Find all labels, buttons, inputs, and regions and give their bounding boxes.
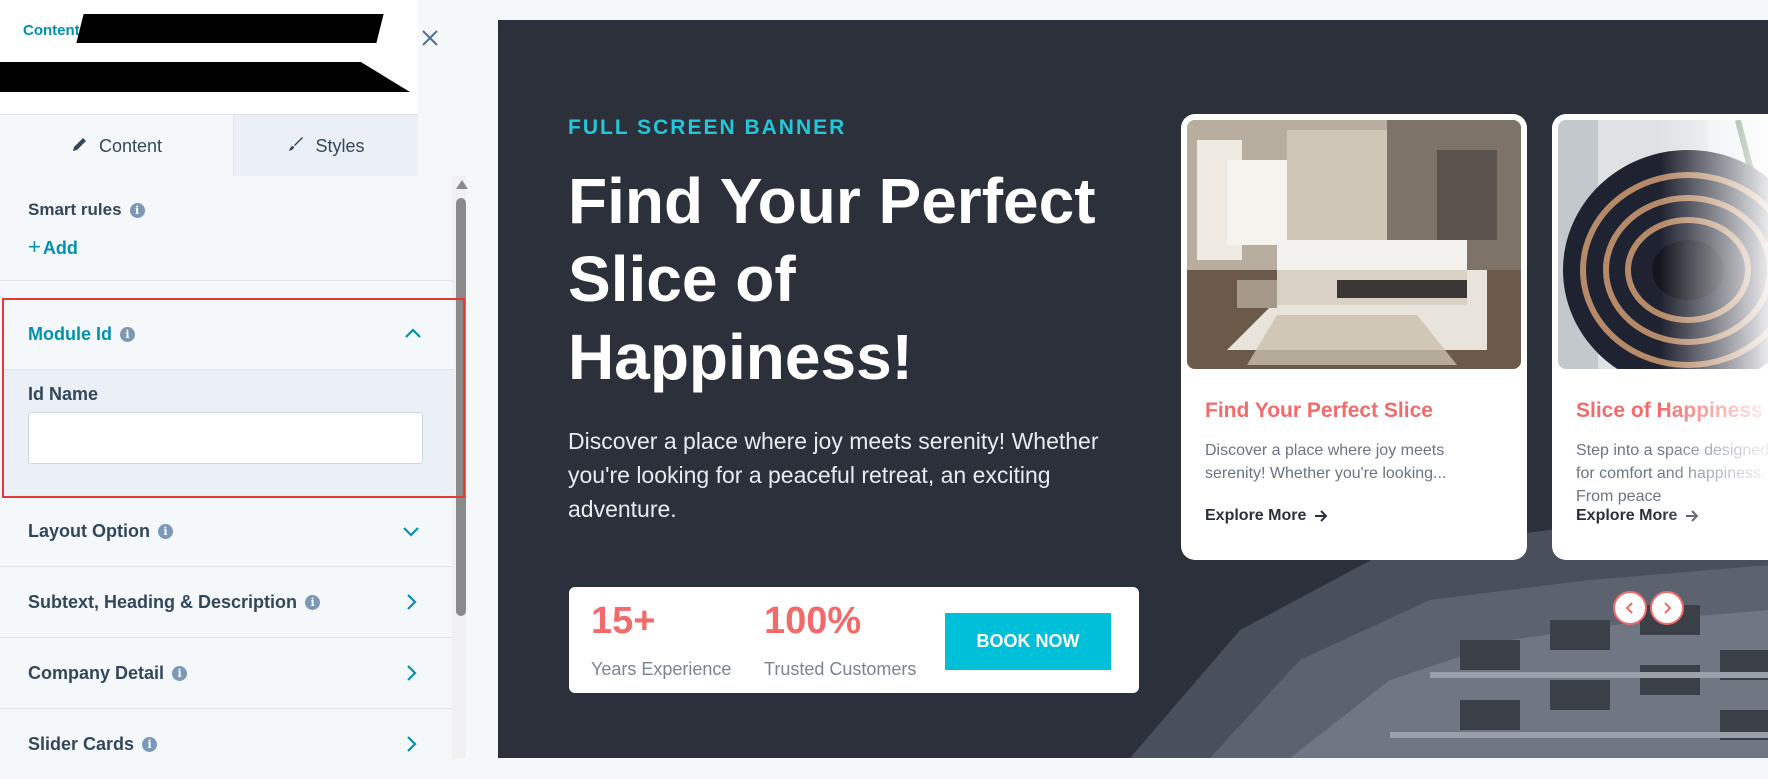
chevron-left-icon xyxy=(1625,602,1633,614)
smart-rules: Smart rules i xyxy=(28,200,145,220)
explore-more-link[interactable]: Explore More xyxy=(1205,507,1328,525)
chevron-right-icon[interactable] xyxy=(400,591,422,613)
arrow-right-icon xyxy=(1686,510,1699,522)
sidebar-header: Contents xyxy=(0,0,418,114)
close-icon[interactable] xyxy=(420,28,444,52)
plus-icon: + xyxy=(28,234,41,259)
bedroom-image xyxy=(1187,120,1521,369)
tab-content[interactable]: Content xyxy=(0,115,234,177)
add-label: Add xyxy=(42,238,78,258)
explore-more-label: Explore More xyxy=(1576,507,1678,524)
info-icon[interactable]: i xyxy=(142,736,158,752)
slider-card: Slice of Happiness Step into a space des… xyxy=(1552,114,1768,560)
book-now-button[interactable]: BOOK NOW xyxy=(945,613,1111,670)
layout-option-label: Layout Option xyxy=(28,520,150,541)
info-icon[interactable]: i xyxy=(172,665,188,681)
scroll-up-arrow-icon[interactable] xyxy=(456,180,468,189)
tab-styles-label: Styles xyxy=(315,135,365,156)
pencil-icon xyxy=(71,135,89,158)
arrow-right-icon xyxy=(1315,510,1328,522)
stat-label: Trusted Customers xyxy=(764,659,917,679)
smart-rules-label: Smart rules xyxy=(28,200,122,219)
highlight-outline xyxy=(2,298,465,498)
redacted-title xyxy=(76,14,384,43)
chair-image xyxy=(1558,120,1768,369)
stat-value: 100% xyxy=(764,600,862,642)
divider xyxy=(0,280,453,281)
chevron-down-icon[interactable] xyxy=(400,520,422,542)
sidebar-tabs: Content Styles xyxy=(0,114,418,177)
company-detail-label: Company Detail xyxy=(28,662,165,683)
info-icon[interactable]: i xyxy=(157,523,173,539)
layout-option-section[interactable]: Layout Option i xyxy=(0,496,453,566)
stat-label: Years Experience xyxy=(591,659,732,679)
card-title: Find Your Perfect Slice xyxy=(1205,399,1433,422)
subtext-heading-description-section[interactable]: Subtext, Heading & Description i xyxy=(0,567,453,637)
explore-more-label: Explore More xyxy=(1205,507,1307,524)
slider-card: Find Your Perfect Slice Discover a place… xyxy=(1181,114,1527,560)
tab-styles[interactable]: Styles xyxy=(234,115,418,177)
slider-prev-button[interactable] xyxy=(1613,591,1647,625)
banner-headline: Find Your Perfect Slice of Happiness! xyxy=(568,165,1096,393)
card-text: Discover a place where joy meets serenit… xyxy=(1205,442,1447,482)
slider-cards-section[interactable]: Slider Cards i xyxy=(0,709,453,779)
redacted-subtitle xyxy=(0,62,410,92)
slider-next-button[interactable] xyxy=(1650,591,1684,625)
slider-cards-label: Slider Cards xyxy=(28,733,135,754)
info-icon[interactable]: i xyxy=(305,594,321,610)
brush-icon xyxy=(287,135,305,158)
chevron-right-icon[interactable] xyxy=(400,733,422,755)
chevron-right-icon xyxy=(1664,602,1672,614)
explore-more-link[interactable]: Explore More xyxy=(1576,507,1699,525)
card-text: Step into a space designed for comfort a… xyxy=(1576,442,1768,505)
stat-value: 15+ xyxy=(591,600,656,642)
chevron-right-icon[interactable] xyxy=(400,662,422,684)
banner-description: Discover a place where joy meets serenit… xyxy=(568,428,1099,522)
card-title: Slice of Happiness xyxy=(1576,399,1763,422)
tab-content-label: Content xyxy=(98,135,163,156)
banner-kicker: FULL SCREEN BANNER xyxy=(568,116,847,139)
company-detail-section[interactable]: Company Detail i xyxy=(0,638,453,708)
add-smart-rule-button[interactable]: + Add xyxy=(28,234,78,260)
subtext-heading-description-label: Subtext, Heading & Description xyxy=(28,591,298,612)
info-icon[interactable]: i xyxy=(129,202,145,218)
